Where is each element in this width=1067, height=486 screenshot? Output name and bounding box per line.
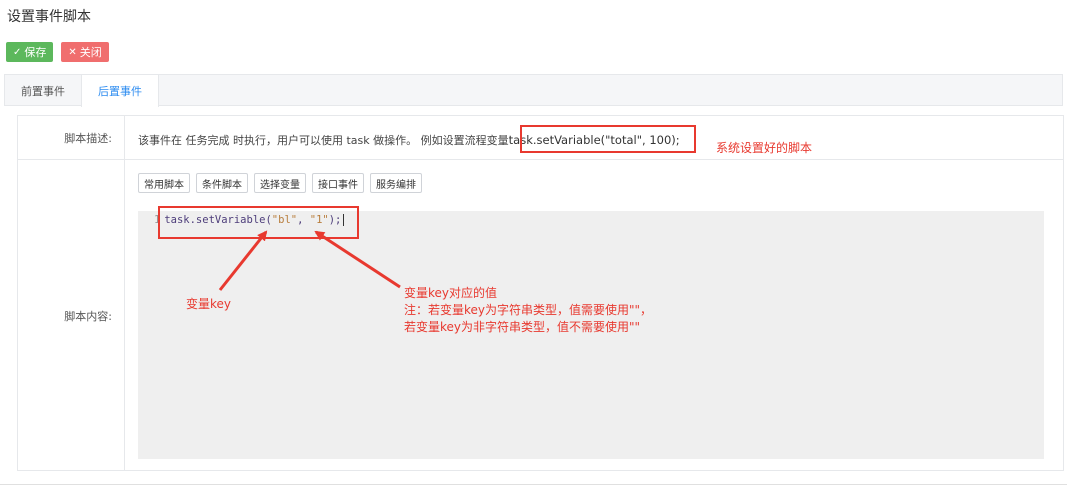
value-annotation: 变量key对应的值 注：若变量key为字符串类型，值需要使用""， 若变量key… [404, 285, 652, 336]
tab-post-event[interactable]: 后置事件 [81, 75, 159, 107]
tab-pre-event[interactable]: 前置事件 [5, 75, 81, 106]
system-script-highlight [520, 125, 696, 153]
bottom-divider [0, 484, 1067, 485]
code-highlight [158, 206, 359, 239]
event-tabs: 前置事件 后置事件 [4, 74, 1063, 107]
close-button-label: 关闭 [79, 46, 102, 59]
save-button[interactable]: ✓ 保存 [6, 42, 54, 62]
close-button[interactable]: ✕ 关闭 [61, 42, 109, 62]
desc-description: 该事件在 任务完成 时执行，用户可以使用 task 做操作。 例如设置流程变量 [138, 134, 509, 147]
value-title: 变量key对应的值 [404, 286, 498, 300]
condition-script-button[interactable]: 条件脚本 [196, 173, 248, 193]
system-script-annotation: 系统设置好的脚本 [716, 141, 813, 155]
service-orchestration-button[interactable]: 服务编排 [370, 173, 422, 193]
page-title: 设置事件脚本 [7, 9, 91, 25]
var-key-annotation: 变量key [186, 297, 232, 311]
save-button-label: 保存 [24, 46, 47, 59]
desc-label: 脚本描述: [18, 116, 125, 159]
check-icon: ✓ [13, 46, 22, 58]
api-event-button[interactable]: 接口事件 [312, 173, 364, 193]
value-note-2: 若变量key为非字符串类型，值不需要使用"" [404, 320, 641, 334]
value-note-1: 注：若变量key为字符串类型，值需要使用""， [404, 303, 653, 317]
select-variable-button[interactable]: 选择变量 [254, 173, 306, 193]
script-buttons: 常用脚本 条件脚本 选择变量 接口事件 服务编排 [138, 173, 422, 193]
x-icon: ✕ [68, 46, 77, 58]
common-script-button[interactable]: 常用脚本 [138, 173, 190, 193]
toolbar: ✓ 保存 ✕ 关闭 [6, 42, 109, 62]
content-label: 脚本内容: [18, 160, 125, 471]
